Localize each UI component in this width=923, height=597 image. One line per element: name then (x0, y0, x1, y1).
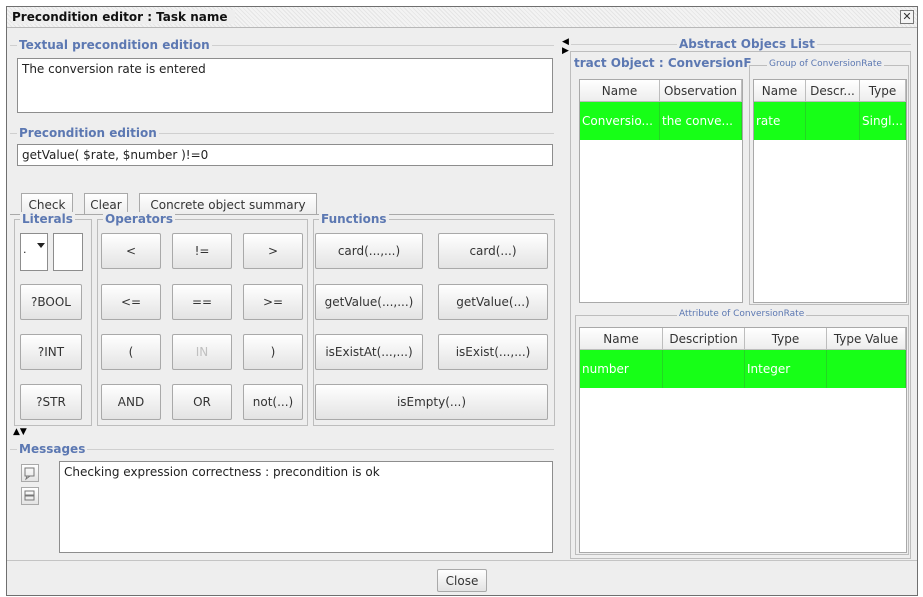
operator-in-button: IN (172, 334, 232, 370)
column-observation[interactable]: Observation (660, 80, 742, 102)
title-bar[interactable]: Precondition editor : Task name ✕ (7, 7, 917, 28)
footer-divider (7, 560, 917, 561)
abstract-object-title: tract Object : ConversionF (572, 56, 754, 70)
column-type-value[interactable]: Type Value (827, 328, 906, 350)
group-panel-title: Group of ConversionRate (767, 59, 884, 69)
abstract-object-table[interactable]: Name Observation Conversio... the conve.… (579, 79, 743, 303)
column-name[interactable]: Name (754, 80, 806, 102)
operator-and-button[interactable]: AND (101, 384, 161, 420)
table-row[interactable]: number Integer (580, 350, 906, 388)
column-name[interactable]: Name (580, 328, 663, 350)
close-button[interactable]: Close (437, 569, 487, 592)
split-pane-arrows-icon[interactable]: ▲▼ (13, 428, 27, 437)
cell-description[interactable] (663, 350, 745, 388)
operator-close-paren-button[interactable]: ) (243, 334, 303, 370)
function-getvalue-2-button[interactable]: getValue(...,...) (315, 284, 423, 320)
table-row[interactable]: Conversio... the conve... (580, 102, 742, 140)
operator-greater-equal-button[interactable]: >= (243, 284, 303, 320)
split-pane-vertical-arrows-icon[interactable]: ◀ ▶ (562, 38, 569, 56)
column-type[interactable]: Type (745, 328, 827, 350)
precondition-editor-window: Precondition editor : Task name ✕ Textua… (6, 6, 918, 596)
cell-type[interactable]: Integer (745, 350, 827, 388)
literal-str-button[interactable]: ?STR (20, 384, 82, 420)
operator-or-button[interactable]: OR (172, 384, 232, 420)
textual-section-title: Textual precondition edition (17, 38, 212, 52)
abstract-object-table-header: Name Observation (580, 80, 742, 102)
operator-equal-button[interactable]: == (172, 284, 232, 320)
column-type[interactable]: Type (860, 80, 906, 102)
tab-divider (10, 214, 554, 215)
column-name[interactable]: Name (580, 80, 660, 102)
attribute-table[interactable]: Name Description Type Type Value number … (579, 327, 907, 553)
literals-group-title: Literals (20, 212, 75, 226)
literal-bool-button[interactable]: ?BOOL (20, 284, 82, 320)
precondition-expression-field[interactable]: getValue( $rate, $number )!=0 (17, 144, 553, 166)
column-description[interactable]: Descr... (806, 80, 860, 102)
function-isexistat-button[interactable]: isExistAt(...,...) (315, 334, 423, 370)
window-title: Precondition editor : Task name (12, 10, 236, 24)
column-description[interactable]: Description (663, 328, 745, 350)
database-icon[interactable] (21, 487, 39, 505)
messages-section-rule (10, 449, 554, 450)
function-card-2-button[interactable]: card(...,...) (315, 233, 423, 269)
literal-int-button[interactable]: ?INT (20, 334, 82, 370)
operator-greater-than-button[interactable]: > (243, 233, 303, 269)
cell-observation[interactable]: the conve... (660, 102, 742, 140)
cell-name[interactable]: number (580, 350, 663, 388)
literal-value-field[interactable] (53, 233, 83, 271)
close-x-icon[interactable]: ✕ (900, 10, 914, 24)
messages-text-area[interactable]: Checking expression correctness : precon… (59, 461, 553, 553)
attribute-table-header: Name Description Type Type Value (580, 328, 906, 350)
literal-type-combo[interactable]: . (20, 233, 48, 271)
group-table-header: Name Descr... Type (754, 80, 906, 102)
operator-less-than-button[interactable]: < (101, 233, 161, 269)
cell-name[interactable]: rate (754, 102, 806, 140)
cell-type[interactable]: Singl... (860, 102, 906, 140)
cell-description[interactable] (806, 102, 860, 140)
operators-group-title: Operators (103, 212, 175, 226)
cell-name[interactable]: Conversio... (580, 102, 660, 140)
operator-not-button[interactable]: not(...) (243, 384, 303, 420)
attribute-panel-title: Attribute of ConversionRate (677, 309, 807, 319)
abstract-list-title: Abstract Objecs List (677, 37, 817, 51)
precondition-section-title: Precondition edition (17, 126, 159, 140)
operator-open-paren-button[interactable]: ( (101, 334, 161, 370)
messages-section-title: Messages (17, 442, 88, 456)
group-table[interactable]: Name Descr... Type rate Singl... (753, 79, 907, 303)
message-icon[interactable] (21, 464, 39, 482)
textual-precondition-field[interactable]: The conversion rate is entered (17, 58, 553, 113)
functions-group-title: Functions (319, 212, 389, 226)
operator-not-equal-button[interactable]: != (172, 233, 232, 269)
chevron-down-icon (37, 243, 45, 248)
operator-less-equal-button[interactable]: <= (101, 284, 161, 320)
function-getvalue-1-button[interactable]: getValue(...) (438, 284, 548, 320)
function-isempty-button[interactable]: isEmpty(...) (315, 384, 548, 420)
table-row[interactable]: rate Singl... (754, 102, 906, 140)
cell-type-value[interactable] (827, 350, 906, 388)
literal-combo-value: . (23, 243, 27, 256)
function-card-1-button[interactable]: card(...) (438, 233, 548, 269)
function-isexist-button[interactable]: isExist(...,...) (438, 334, 548, 370)
